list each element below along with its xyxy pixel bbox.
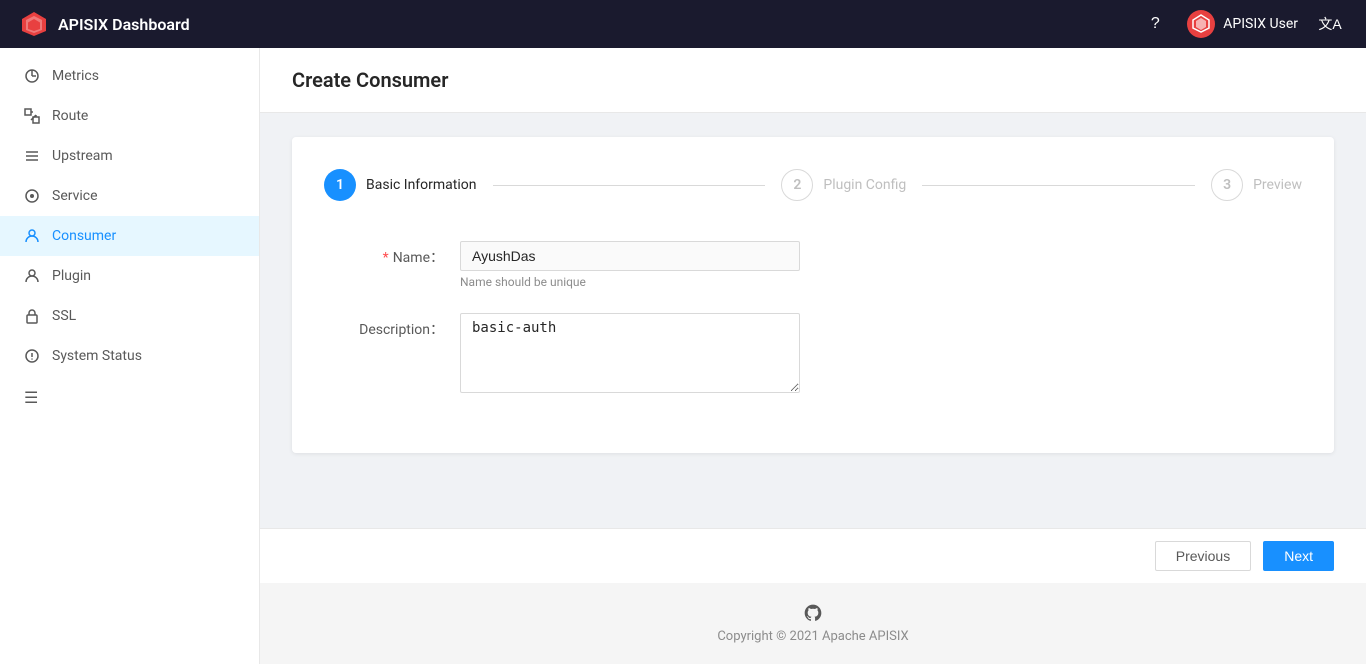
sidebar-item-metrics[interactable]: Metrics bbox=[0, 56, 259, 96]
sidebar-item-route[interactable]: Route bbox=[0, 96, 259, 136]
route-icon bbox=[24, 108, 40, 124]
previous-button[interactable]: Previous bbox=[1155, 541, 1251, 571]
sidebar-label-ssl: SSL bbox=[52, 308, 76, 324]
step-2-number: 2 bbox=[793, 177, 801, 193]
system-status-icon bbox=[24, 348, 40, 364]
sidebar-label-service: Service bbox=[52, 188, 98, 204]
sidebar-label-route: Route bbox=[52, 108, 88, 124]
sidebar-item-system-status[interactable]: System Status bbox=[0, 336, 259, 376]
description-input-wrap: basic-auth bbox=[460, 313, 800, 397]
sidebar: Metrics Route Upstream Service Consumer bbox=[0, 48, 260, 664]
collapse-icon: ☰ bbox=[24, 388, 38, 407]
step-1: 1 Basic Information bbox=[324, 169, 477, 201]
name-hint: Name should be unique bbox=[460, 275, 800, 289]
app-header: APISIX Dashboard ? APISIX User 文A bbox=[0, 0, 1366, 48]
help-button[interactable]: ? bbox=[1139, 8, 1171, 40]
sidebar-item-ssl[interactable]: SSL bbox=[0, 296, 259, 336]
apisix-logo-icon bbox=[20, 10, 48, 38]
metrics-icon bbox=[24, 68, 40, 84]
main-content: Create Consumer 1 Basic Information 2 bbox=[260, 48, 1366, 664]
service-icon bbox=[24, 188, 40, 204]
copyright-text: Copyright © 2021 Apache APISIX bbox=[717, 629, 908, 644]
ssl-icon bbox=[24, 308, 40, 324]
translate-icon: 文A bbox=[1318, 14, 1341, 34]
step-1-label: Basic Information bbox=[366, 177, 477, 193]
form-card: 1 Basic Information 2 Plugin Config bbox=[292, 137, 1334, 453]
sidebar-label-consumer: Consumer bbox=[52, 228, 116, 244]
sidebar-item-consumer[interactable]: Consumer bbox=[0, 216, 259, 256]
name-required: * bbox=[383, 250, 389, 266]
name-field-row: *Name： Name should be unique bbox=[324, 241, 1302, 289]
next-button[interactable]: Next bbox=[1263, 541, 1334, 571]
content-area: 1 Basic Information 2 Plugin Config bbox=[260, 113, 1366, 528]
user-menu[interactable]: APISIX User bbox=[1187, 10, 1298, 38]
github-icon bbox=[280, 603, 1346, 623]
step-1-number: 1 bbox=[336, 177, 344, 193]
step-line-2 bbox=[922, 185, 1195, 186]
step-3: 3 Preview bbox=[1211, 169, 1302, 201]
description-field-row: Description： basic-auth bbox=[324, 313, 1302, 397]
sidebar-label-metrics: Metrics bbox=[52, 68, 99, 84]
step-3-circle: 3 bbox=[1211, 169, 1243, 201]
stepper: 1 Basic Information 2 Plugin Config bbox=[324, 169, 1302, 201]
description-input[interactable]: basic-auth bbox=[460, 313, 800, 393]
help-icon: ? bbox=[1151, 15, 1160, 33]
step-2-circle: 2 bbox=[781, 169, 813, 201]
action-footer: Previous Next bbox=[260, 528, 1366, 583]
translate-button[interactable]: 文A bbox=[1314, 8, 1346, 40]
sidebar-item-plugin[interactable]: Plugin bbox=[0, 256, 259, 296]
description-label: Description： bbox=[324, 313, 444, 339]
step-3-number: 3 bbox=[1223, 177, 1231, 193]
avatar bbox=[1187, 10, 1215, 38]
plugin-icon bbox=[24, 268, 40, 284]
step-2: 2 Plugin Config bbox=[781, 169, 906, 201]
sidebar-item-service[interactable]: Service bbox=[0, 176, 259, 216]
sidebar-label-plugin: Plugin bbox=[52, 268, 91, 284]
consumer-icon bbox=[24, 228, 40, 244]
upstream-icon bbox=[24, 148, 40, 164]
sidebar-collapse-button[interactable]: ☰ bbox=[0, 376, 259, 419]
step-3-label: Preview bbox=[1253, 177, 1302, 193]
sidebar-item-upstream[interactable]: Upstream bbox=[0, 136, 259, 176]
app-title: APISIX Dashboard bbox=[58, 15, 190, 34]
step-2-label: Plugin Config bbox=[823, 177, 906, 193]
sidebar-label-upstream: Upstream bbox=[52, 148, 113, 164]
user-label: APISIX User bbox=[1223, 16, 1298, 32]
step-line-1 bbox=[493, 185, 766, 186]
name-input-wrap: Name should be unique bbox=[460, 241, 800, 289]
step-1-circle: 1 bbox=[324, 169, 356, 201]
logo: APISIX Dashboard bbox=[20, 10, 190, 38]
name-label: *Name： bbox=[324, 241, 444, 267]
sidebar-label-system-status: System Status bbox=[52, 348, 142, 364]
page-footer: Copyright © 2021 Apache APISIX bbox=[260, 583, 1366, 664]
name-input[interactable] bbox=[460, 241, 800, 271]
page-title: Create Consumer bbox=[292, 68, 1334, 92]
header-actions: ? APISIX User 文A bbox=[1139, 8, 1346, 40]
page-header: Create Consumer bbox=[260, 48, 1366, 113]
